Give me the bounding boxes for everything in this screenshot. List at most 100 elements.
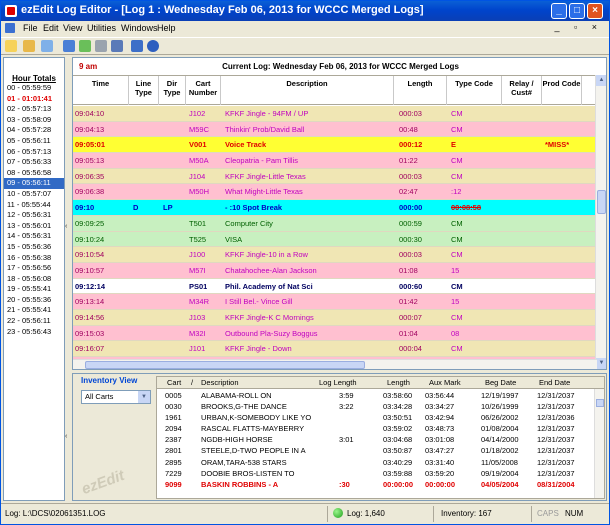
log-row[interactable]: 09:10 D LP - :10 Spot Break 000:00 00:08:58 — [73, 200, 596, 216]
col-time[interactable]: Time — [73, 76, 129, 105]
hour-total-item[interactable]: 13 - 05:56:01 — [4, 221, 64, 232]
inv-col-log-length[interactable]: Log Length — [319, 378, 357, 387]
inventory-row[interactable]: 0005 ALABAMA-ROLL ON 3:59 03:58:60 03:56:44 1… — [157, 390, 595, 401]
log-row[interactable]: 09:06:35 J104 KFKF Jingle-Little Texas 000:… — [73, 168, 596, 185]
help-icon[interactable] — [147, 40, 159, 52]
hour-total-item[interactable]: 08 - 05:56:58 — [4, 168, 64, 179]
col-dir-type[interactable]: Dir Type — [159, 76, 186, 105]
log-row[interactable]: 09:04:13 M59C Thinkin' Prob/David Ball 00:4… — [73, 121, 596, 138]
col-description[interactable]: Description — [221, 76, 394, 105]
scroll-up-arrow-icon[interactable]: ▲ — [596, 75, 606, 86]
scroll-thumb[interactable] — [597, 190, 606, 214]
hscroll-thumb[interactable] — [85, 361, 365, 369]
inv-col-sort[interactable]: / — [191, 378, 193, 387]
hour-total-item[interactable]: 05 - 05:56:11 — [4, 136, 64, 147]
menu-edit[interactable]: Edit — [43, 23, 59, 33]
title-bar[interactable]: ezEdit Log Editor - [Log 1 : Wednesday F… — [1, 1, 609, 21]
inventory-row[interactable]: 9099 BASKIN ROBBINS - A:30 00:00:00 00:00:0… — [157, 479, 595, 490]
calendar-icon[interactable] — [63, 40, 75, 52]
hour-total-item[interactable]: 16 - 05:56:38 — [4, 253, 64, 264]
chevron-down-icon[interactable]: ▼ — [138, 391, 150, 403]
hour-total-item[interactable]: 02 - 05:57:13 — [4, 104, 64, 115]
inventory-row[interactable]: 0030 BROOKS,G-THE DANCE 3:22 03:34:28 03:34:… — [157, 401, 595, 412]
hour-total-item[interactable]: 12 - 05:56:31 — [4, 210, 64, 221]
log-row[interactable]: 09:12:14 PS01 Phil. Academy of Nat Sci 000:… — [73, 278, 596, 295]
collapse-left-arrow-icon[interactable]: ‹ — [65, 223, 71, 231]
menu-view[interactable]: View — [63, 23, 82, 33]
save-icon[interactable] — [111, 40, 123, 52]
col-prod-code[interactable]: Prod Code — [542, 76, 582, 105]
col-relay-cust[interactable]: Relay / Cust# — [502, 76, 542, 105]
inventory-row[interactable]: 1961 URBAN,K-SOMEBODY LIKE YO 03:50:51 03:4… — [157, 412, 595, 423]
hour-total-item[interactable]: 03 - 05:58:09 — [4, 115, 64, 126]
inventory-scroll-thumb[interactable] — [596, 399, 604, 407]
hour-total-item[interactable]: 19 - 05:55:41 — [4, 284, 64, 295]
menu-windows[interactable]: Windows — [121, 23, 158, 33]
log-row[interactable]: 09:15:03 M32I Outbound Pla-Suzy Boggus 01:0… — [73, 325, 596, 342]
log-vertical-scrollbar[interactable]: ▲ ▼ — [595, 75, 606, 369]
hour-total-item[interactable]: 20 - 05:55:36 — [4, 295, 64, 306]
open-icon[interactable] — [23, 40, 35, 52]
hour-total-item[interactable]: 15 - 05:56:36 — [4, 242, 64, 253]
inventory-scrollbar[interactable] — [594, 389, 604, 498]
col-line-type[interactable]: Line Type — [129, 76, 159, 105]
log-row[interactable]: 09:16:07 J101 KFKF Jingle - Down 000:04 CM — [73, 341, 596, 357]
hour-total-item[interactable]: 21 - 05:55:41 — [4, 305, 64, 316]
hour-total-item[interactable]: 23 - 05:56:43 — [4, 327, 64, 338]
inv-col-aux-mark[interactable]: Aux Mark — [429, 378, 461, 387]
app-icon[interactable] — [5, 5, 17, 17]
log-row[interactable]: 09:10:57 M57I Chatahochee-Alan Jackson 01:0… — [73, 262, 596, 279]
col-cart-number[interactable]: Cart Number — [186, 76, 221, 105]
log-row[interactable]: 09:05:13 M50A Cleopatria - Pam Tillis 01:22… — [73, 153, 596, 169]
menu-help[interactable]: Help — [157, 23, 176, 33]
inv-col-description[interactable]: Description — [201, 378, 239, 387]
hour-total-item[interactable]: 09 - 05:56:11 — [4, 178, 64, 189]
log-row[interactable]: 09:05:01 V001 Voice Track 000:12 E *MISS* — [73, 137, 596, 154]
collapse-left-arrow-icon[interactable]: ‹ — [65, 433, 71, 441]
hour-total-item[interactable]: 00 - 05:59:59 — [4, 83, 64, 94]
mdi-child-icon[interactable] — [5, 23, 15, 33]
hour-total-item[interactable]: 11 - 05:55:44 — [4, 200, 64, 211]
inv-col-cart[interactable]: Cart — [167, 378, 181, 387]
minimize-button[interactable]: _ — [551, 3, 567, 19]
inventory-row[interactable]: 2094 RASCAL FLATTS-MAYBERRY 03:59:02 03:48:… — [157, 423, 595, 434]
hour-total-item[interactable]: 01 - 01:01:41 — [4, 94, 64, 105]
inv-col-end-date[interactable]: End Date — [539, 378, 570, 387]
checklist-icon[interactable] — [41, 40, 53, 52]
hour-total-item[interactable]: 06 - 05:57:13 — [4, 147, 64, 158]
log-row[interactable]: 09:04:10 J102 KFKF Jingle - 94FM / UP 000:0… — [73, 106, 596, 122]
new-icon[interactable] — [5, 40, 17, 52]
log-row[interactable]: 09:10:54 J100 KFKF Jingle-10 in a Row 000:0… — [73, 247, 596, 263]
log-row[interactable]: 09:06:38 M50H What Might-Little Texas 02:47… — [73, 184, 596, 201]
hour-total-item[interactable]: 22 - 05:56:11 — [4, 316, 64, 327]
inventory-row[interactable]: 2387 NGDB-HIGH HORSE 3:01 03:04:68 03:01:08 0… — [157, 434, 595, 445]
inv-col-length[interactable]: Length — [387, 378, 410, 387]
col-length[interactable]: Length — [394, 76, 447, 105]
col-type-code[interactable]: Type Code — [447, 76, 502, 105]
log-row[interactable]: 09:13:14 M34R I Still Bel.- Vince Gill 01:4… — [73, 294, 596, 310]
hour-total-item[interactable]: 04 - 05:57:28 — [4, 125, 64, 136]
menu-file[interactable]: File — [23, 23, 38, 33]
hour-total-item[interactable]: 14 - 05:56:31 — [4, 231, 64, 242]
print-icon[interactable] — [95, 40, 107, 52]
hour-total-item[interactable]: 17 - 05:56:56 — [4, 263, 64, 274]
hour-total-item[interactable]: 07 - 05:56:33 — [4, 157, 64, 168]
maximize-button[interactable]: □ — [569, 3, 585, 19]
inventory-row[interactable]: 7229 DOOBIE BROS-LISTEN TO 03:59:88 03:59:2… — [157, 468, 595, 479]
check-icon[interactable] — [79, 40, 91, 52]
inventory-row[interactable]: 2895 ORAM,TARA-538 STARS 03:40:29 03:31:40 1… — [157, 457, 595, 468]
cart-filter-select[interactable]: All Carts ▼ — [81, 390, 151, 404]
scroll-down-arrow-icon[interactable]: ▼ — [596, 358, 606, 369]
log-horizontal-scrollbar[interactable] — [73, 359, 597, 369]
menu-utilities[interactable]: Utilities — [87, 23, 116, 33]
inv-col-beg-date[interactable]: Beg Date — [485, 378, 516, 387]
log-row[interactable]: 09:10:24 T525 VISA 000:30 CM — [73, 231, 596, 248]
log-row[interactable]: 09:14:56 J103 KFKF Jingle-K C Mornings 000:… — [73, 309, 596, 326]
hour-total-item[interactable]: 10 - 05:57:07 — [4, 189, 64, 200]
inventory-row[interactable]: 2801 STEELE,D-TWO PEOPLE IN A 03:50:87 03:4… — [157, 445, 595, 456]
hour-total-item[interactable]: 18 - 05:56:08 — [4, 274, 64, 285]
help-cursor-icon[interactable] — [131, 40, 143, 52]
log-row[interactable]: 09:09:25 T501 Computer City 000:59 CM — [73, 215, 596, 232]
mdi-controls[interactable]: _ ▫ × — [555, 22, 603, 32]
close-button[interactable]: × — [587, 3, 603, 19]
